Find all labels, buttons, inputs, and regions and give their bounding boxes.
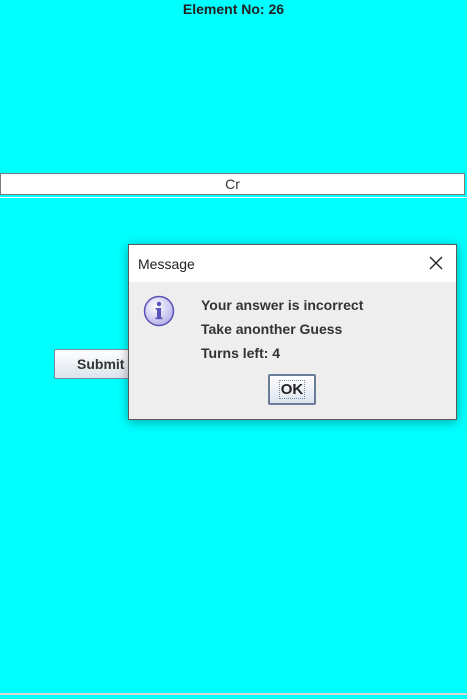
ok-button[interactable]: OK (268, 374, 316, 405)
divider (0, 197, 467, 198)
app-window: Element No: 26 Submit Message Yo (0, 0, 467, 699)
close-icon[interactable] (426, 253, 446, 273)
dialog-titlebar[interactable]: Message (129, 245, 456, 282)
ok-button-label: OK (278, 380, 306, 399)
info-icon (143, 295, 175, 327)
bottom-divider (0, 693, 467, 695)
message-line-incorrect: Your answer is incorrect (201, 297, 364, 313)
dialog-title: Message (138, 256, 195, 272)
message-line-guess: Take anonther Guess (201, 321, 343, 337)
element-number-label: Element No: 26 (182, 1, 285, 17)
answer-input[interactable] (0, 173, 465, 195)
message-line-turns: Turns left: 4 (201, 345, 281, 361)
message-dialog: Message Your answer is incorrect Take an… (128, 244, 457, 420)
